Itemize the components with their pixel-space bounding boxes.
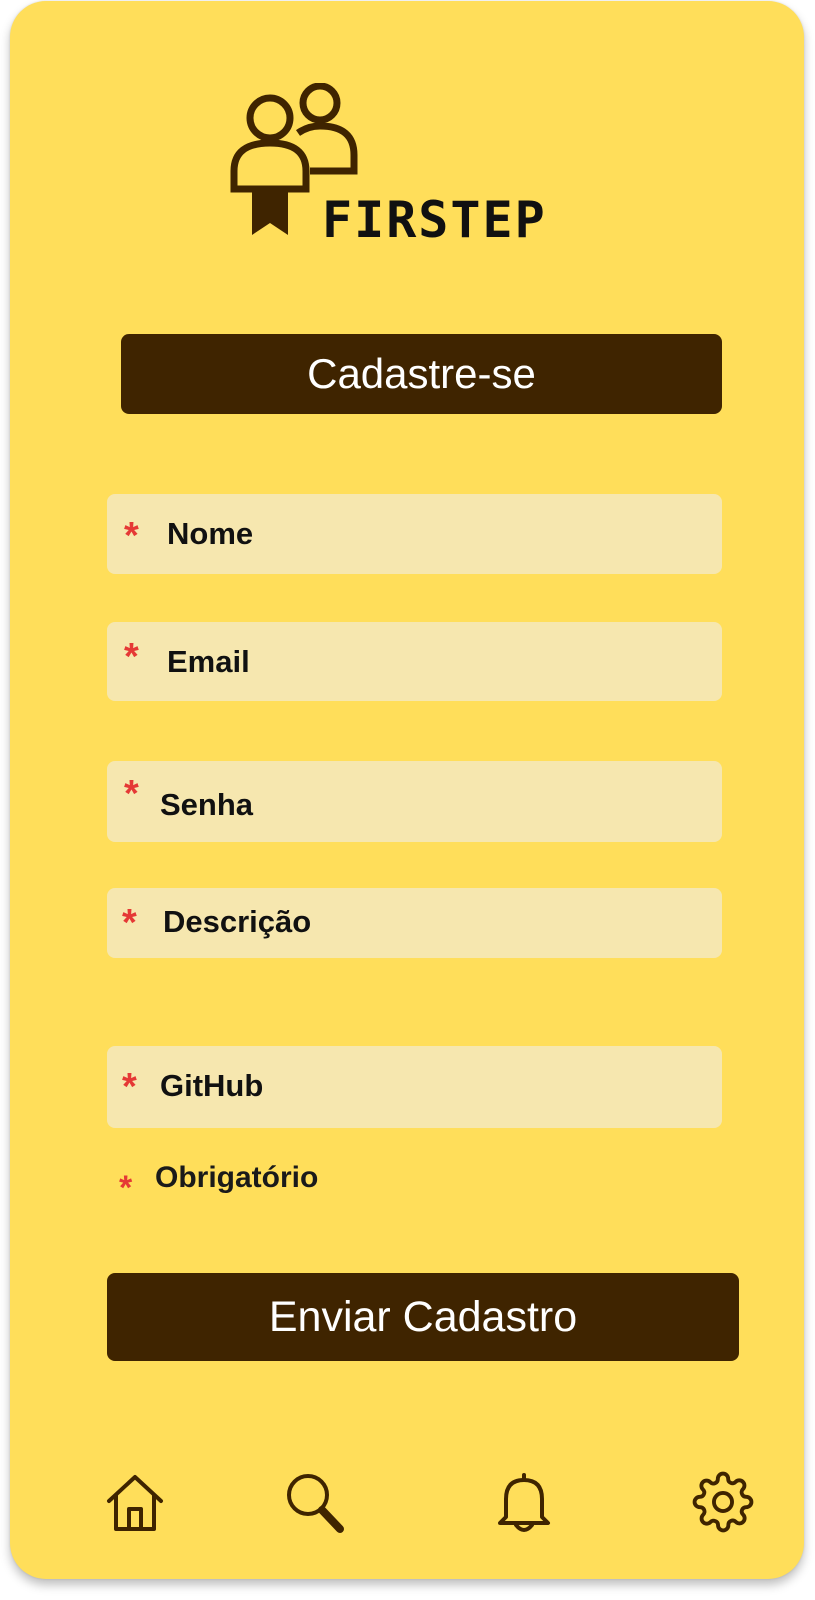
home-icon[interactable] [104,1471,166,1533]
bell-icon[interactable] [494,1471,554,1535]
required-marker: * [122,902,137,944]
required-marker: * [124,773,139,815]
name-field[interactable]: * Nome [107,494,722,574]
name-field-label: Nome [167,516,254,551]
gear-icon[interactable] [692,1471,754,1533]
github-field-label: GitHub [160,1068,264,1103]
required-marker: * [124,636,139,678]
description-field[interactable]: * Descrição [107,888,722,958]
required-legend: Obrigatório [155,1161,319,1194]
password-field-label: Senha [160,787,254,822]
required-marker: * [122,1066,137,1108]
search-icon[interactable] [284,1471,346,1535]
app-screen: FIRSTEP Cadastre-se * Nome * Email * Sen… [10,1,804,1579]
password-field[interactable]: * Senha [107,761,722,842]
brand-name: FIRSTEP [322,191,547,249]
email-field[interactable]: * Email [107,622,722,701]
description-field-label: Descrição [163,904,312,939]
required-legend-marker: * [119,1169,133,1207]
brand-logo: FIRSTEP [224,83,604,259]
required-marker: * [124,515,139,557]
email-field-label: Email [167,644,250,679]
page-title: Cadastre-se [121,334,722,414]
github-field[interactable]: * GitHub [107,1046,722,1128]
submit-button[interactable]: Enviar Cadastro [107,1273,739,1361]
